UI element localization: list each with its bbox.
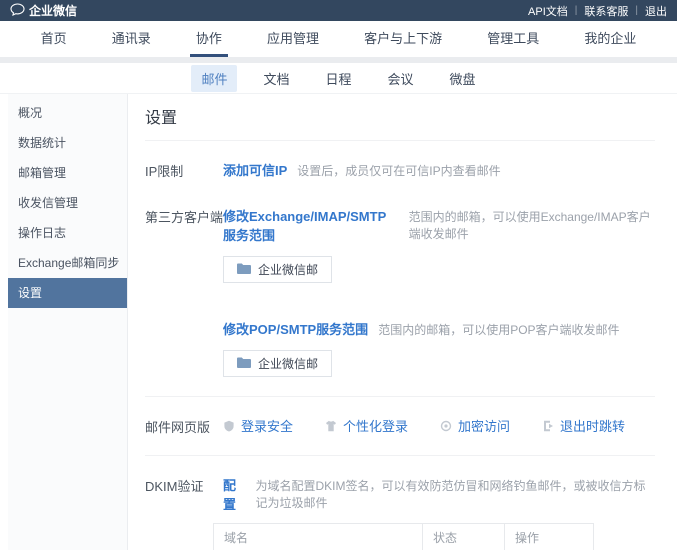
section-desc: 为域名配置DKIM签名，可以有效防范仿冒和网络钓鱼邮件，或被收信方标记为垃圾邮件	[256, 477, 656, 511]
shirt-icon	[325, 420, 337, 432]
settings-panel: 设置 IP限制 添加可信IP 设置后，成员仅可在可信IP内查看邮件 第三方客户端…	[128, 94, 677, 550]
sidebar-item-overview[interactable]: 概况	[8, 98, 127, 128]
sidebar-item-operation-log[interactable]: 操作日志	[8, 218, 127, 248]
exchange-group: 修改Exchange/IMAP/SMTP服务范围 范围内的邮箱，可以使用Exch…	[223, 206, 655, 283]
logout-link[interactable]: 退出	[645, 3, 667, 19]
nav-item-admin-tools[interactable]: 管理工具	[481, 21, 545, 57]
table-header-row: 域名 状态 操作	[214, 524, 593, 550]
nav-item-customers[interactable]: 客户与上下游	[358, 21, 448, 57]
shield-icon	[223, 420, 235, 432]
modify-exchange-range-link[interactable]: 修改Exchange/IMAP/SMTP服务范围	[223, 206, 399, 244]
webmail-section: 邮件网页版 登录安全 个性化登录	[145, 416, 655, 436]
tab-mail[interactable]: 邮件	[191, 65, 237, 92]
api-docs-link[interactable]: API文档	[528, 3, 568, 19]
sidebar-item-send-receive[interactable]: 收发信管理	[8, 188, 127, 218]
main-nav: 首页 通讯录 协作 应用管理 客户与上下游 管理工具 我的企业	[0, 21, 677, 57]
modify-pop-range-link[interactable]: 修改POP/SMTP服务范围	[223, 319, 368, 338]
nav-item-collaboration[interactable]: 协作	[190, 21, 228, 57]
section-desc: 范围内的邮箱，可以使用Exchange/IMAP客户端收发邮件	[409, 208, 655, 242]
topbar-links: API文档 | 联系客服 | 退出	[528, 3, 667, 19]
nav-item-home[interactable]: 首页	[35, 21, 73, 57]
top-bar: 企业微信 API文档 | 联系客服 | 退出	[0, 0, 677, 21]
divider	[145, 455, 655, 456]
nav-item-apps[interactable]: 应用管理	[261, 21, 325, 57]
encrypted-access-link[interactable]: 加密访问	[440, 416, 510, 435]
tab-meeting[interactable]: 会议	[378, 65, 424, 92]
separator: |	[575, 5, 578, 16]
logout-redirect-label: 退出时跳转	[560, 416, 625, 435]
logout-redirect-link[interactable]: 退出时跳转	[542, 416, 625, 435]
tab-drive[interactable]: 微盘	[440, 65, 486, 92]
dkim-table: 域名 状态 操作 988666.club 已验证 查看配置	[213, 523, 594, 550]
app-title: 企业微信	[29, 2, 77, 19]
folder-icon	[237, 263, 251, 277]
table-header-status: 状态	[422, 524, 504, 550]
chat-bubble-icon	[10, 3, 25, 19]
ip-restriction-section: IP限制 添加可信IP 设置后，成员仅可在可信IP内查看邮件	[145, 160, 655, 180]
section-label: IP限制	[145, 160, 223, 180]
sidebar-item-statistics[interactable]: 数据统计	[8, 128, 127, 158]
sidebar: 概况 数据统计 邮箱管理 收发信管理 操作日志 Exchange邮箱同步 设置	[8, 94, 128, 550]
section-label: 第三方客户端	[145, 206, 223, 377]
dkim-configure-link[interactable]: 配置	[223, 475, 246, 513]
add-trusted-ip-link[interactable]: 添加可信IP	[223, 160, 287, 179]
encrypted-access-label: 加密访问	[458, 416, 510, 435]
table-header-domain: 域名	[214, 524, 422, 550]
folder-icon	[237, 357, 251, 371]
login-security-label: 登录安全	[241, 416, 293, 435]
third-party-section: 第三方客户端 修改Exchange/IMAP/SMTP服务范围 范围内的邮箱，可…	[145, 206, 655, 377]
sidebar-item-settings[interactable]: 设置	[8, 278, 127, 308]
tab-docs[interactable]: 文档	[253, 65, 299, 92]
section-desc: 范围内的邮箱，可以使用POP客户端收发邮件	[378, 321, 619, 338]
personalized-login-link[interactable]: 个性化登录	[325, 416, 408, 435]
main-area: 概况 数据统计 邮箱管理 收发信管理 操作日志 Exchange邮箱同步 设置 …	[0, 94, 677, 550]
section-label: 邮件网页版	[145, 416, 223, 436]
department-tag[interactable]: 企业微信邮	[223, 256, 332, 283]
department-tag[interactable]: 企业微信邮	[223, 350, 332, 377]
department-name: 企业微信邮	[258, 261, 318, 278]
sub-tabs: 邮件 文档 日程 会议 微盘	[0, 63, 677, 94]
divider	[145, 396, 655, 397]
table-header-action: 操作	[504, 524, 593, 550]
sidebar-item-mailbox-management[interactable]: 邮箱管理	[8, 158, 127, 188]
sidebar-item-exchange-sync[interactable]: Exchange邮箱同步	[8, 248, 127, 278]
contact-support-link[interactable]: 联系客服	[584, 3, 628, 19]
exit-icon	[542, 420, 554, 432]
nav-item-contacts[interactable]: 通讯录	[106, 21, 157, 57]
pop-group: 修改POP/SMTP服务范围 范围内的邮箱，可以使用POP客户端收发邮件 企业微…	[223, 319, 655, 377]
lock-icon	[440, 420, 452, 432]
section-label: DKIM验证	[145, 475, 223, 550]
dkim-section: DKIM验证 配置 为域名配置DKIM签名，可以有效防范仿冒和网络钓鱼邮件，或被…	[145, 475, 655, 550]
tab-schedule[interactable]: 日程	[315, 65, 361, 92]
nav-item-my-company[interactable]: 我的企业	[578, 21, 642, 57]
separator: |	[635, 5, 638, 16]
personalized-login-label: 个性化登录	[343, 416, 408, 435]
department-name: 企业微信邮	[258, 355, 318, 372]
page-title: 设置	[145, 104, 655, 141]
app-logo: 企业微信	[10, 2, 77, 19]
section-desc: 设置后，成员仅可在可信IP内查看邮件	[297, 162, 500, 179]
login-security-link[interactable]: 登录安全	[223, 416, 293, 435]
